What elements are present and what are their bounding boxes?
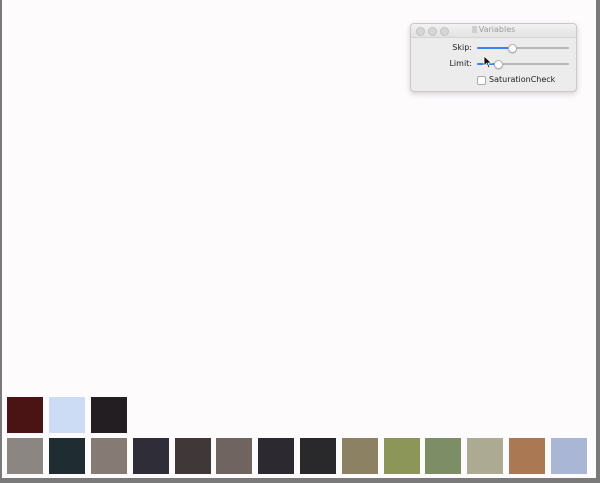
variables-panel: Variables Skip: Limit: SaturationCheck: [410, 23, 577, 92]
panel-titlebar[interactable]: Variables: [411, 24, 576, 38]
skip-slider[interactable]: [477, 44, 569, 53]
swatch-bottom-4: [133, 438, 169, 474]
saturation-check-label[interactable]: SaturationCheck: [489, 75, 555, 84]
swatch-bottom-14: [551, 438, 587, 474]
limit-slider-thumb[interactable]: [494, 60, 504, 69]
swatch-bottom-8: [300, 438, 336, 474]
swatch-bottom-5: [175, 438, 211, 474]
swatch-bottom-13: [509, 438, 545, 474]
document-icon: [471, 26, 477, 33]
swatch-top-1: [7, 397, 43, 433]
saturation-row: SaturationCheck: [411, 73, 576, 87]
skip-slider-fill: [477, 47, 512, 49]
panel-title-text: Variables: [478, 25, 516, 34]
skip-slider-thumb[interactable]: [507, 44, 517, 53]
cursor-icon: [483, 55, 493, 69]
limit-row: Limit:: [411, 57, 576, 71]
swatch-bottom-10: [384, 438, 420, 474]
swatch-bottom-6: [216, 438, 252, 474]
swatch-bottom-3: [91, 438, 127, 474]
swatch-bottom-9: [342, 438, 378, 474]
saturation-check-checkbox[interactable]: [477, 76, 486, 85]
skip-label: Skip:: [452, 43, 472, 52]
swatch-top-2: [49, 397, 85, 433]
swatch-bottom-1: [7, 438, 43, 474]
swatch-bottom-2: [49, 438, 85, 474]
swatch-bottom-12: [467, 438, 503, 474]
swatch-bottom-11: [425, 438, 461, 474]
skip-row: Skip:: [411, 41, 576, 55]
swatch-bottom-7: [258, 438, 294, 474]
panel-title: Variables: [411, 25, 576, 34]
swatch-top-3: [91, 397, 127, 433]
limit-label: Limit:: [449, 59, 472, 68]
